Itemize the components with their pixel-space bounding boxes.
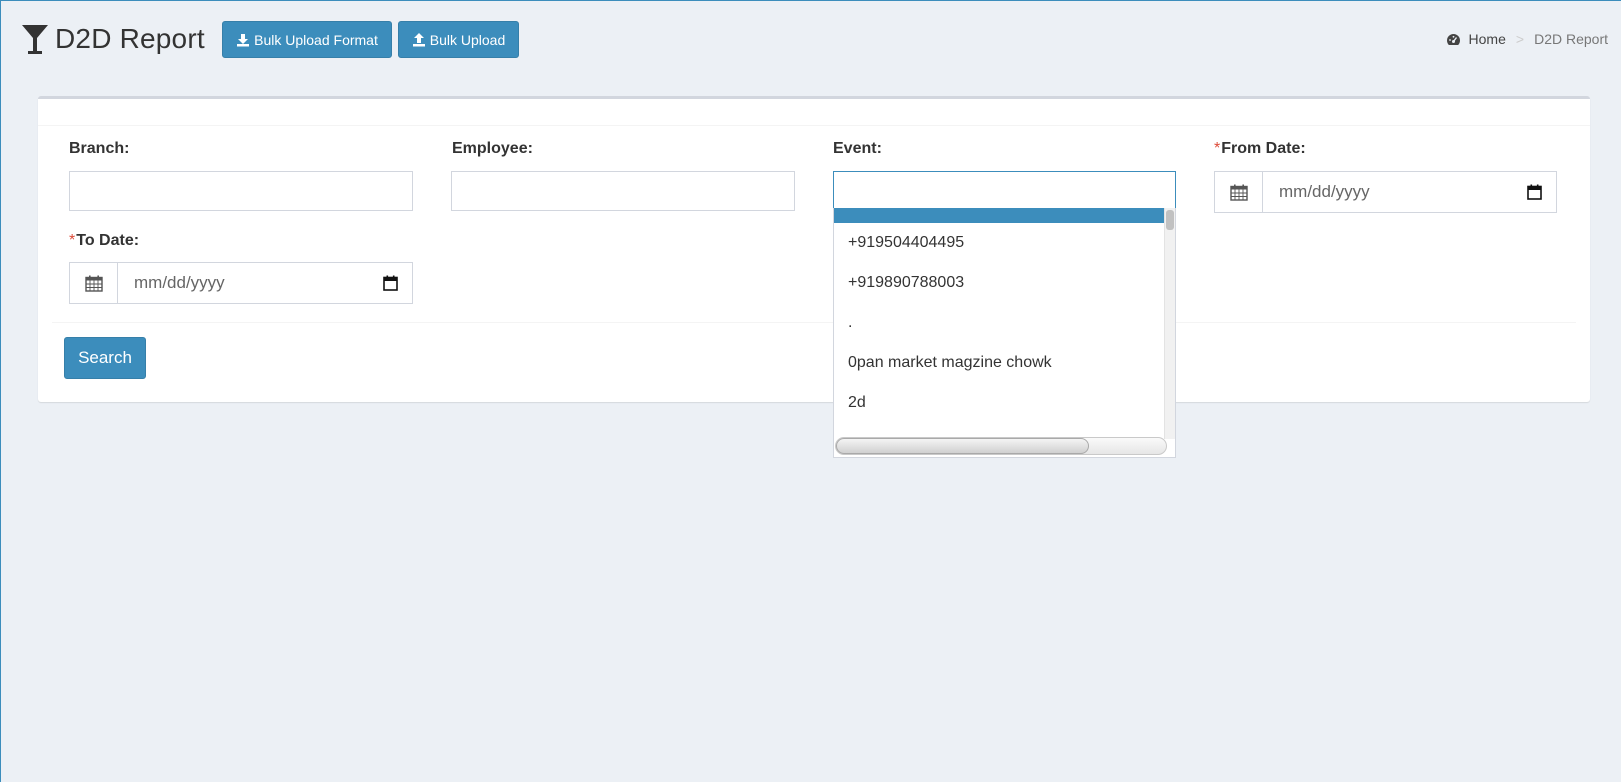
to-date-placeholder: mm/dd/yyyy	[134, 273, 225, 292]
vertical-scroll-thumb[interactable]	[1166, 210, 1174, 230]
calendar-icon	[84, 275, 103, 292]
filter-icon	[22, 25, 48, 54]
event-option[interactable]: +919890788003	[834, 263, 1166, 303]
employee-input[interactable]	[451, 171, 795, 211]
breadcrumb-current: D2D Report	[1534, 31, 1608, 47]
event-input[interactable]	[833, 171, 1176, 211]
event-option[interactable]: .	[834, 303, 1166, 343]
page-title: D2D Report	[55, 23, 205, 54]
box-header-divider	[38, 125, 1590, 126]
bulk-upload-button[interactable]: Bulk Upload	[398, 21, 519, 58]
page-header: D2D Report Bulk Upload Format Bulk Uploa…	[1, 1, 1621, 81]
form-footer-divider	[52, 322, 1576, 323]
breadcrumb-home[interactable]: Home	[1446, 31, 1506, 47]
breadcrumb-separator: >	[1515, 31, 1525, 47]
title-wrap: D2D Report	[21, 19, 205, 59]
required-marker: *	[69, 232, 76, 249]
employee-label: Employee:	[452, 140, 533, 157]
dropdown-vertical-scrollbar[interactable]	[1164, 208, 1175, 439]
to-date-group: mm/dd/yyyy	[69, 262, 413, 304]
bulk-upload-label: Bulk Upload	[429, 31, 506, 48]
event-option[interactable]: 0pan market magzine chowk	[834, 343, 1166, 383]
dropdown-horizontal-scrollbar[interactable]	[835, 437, 1167, 455]
required-marker: *	[1214, 140, 1221, 157]
event-dropdown[interactable]: +919504404495 +919890788003 . 0pan marke…	[833, 208, 1176, 458]
calendar-picker-icon[interactable]	[1527, 184, 1542, 200]
branch-label: Branch:	[69, 140, 130, 157]
horizontal-scroll-thumb[interactable]	[836, 438, 1089, 454]
to-date-label: *To Date:	[69, 232, 139, 250]
from-date-input[interactable]: mm/dd/yyyy	[1263, 172, 1556, 212]
event-options-list: +919504404495 +919890788003 . 0pan marke…	[834, 208, 1166, 439]
event-option[interactable]: 2d	[834, 383, 1166, 423]
from-date-label: *From Date:	[1214, 140, 1306, 158]
upload-icon	[412, 32, 425, 46]
event-label: Event:	[833, 140, 882, 157]
breadcrumb: Home > D2D Report	[1446, 31, 1608, 47]
branch-input[interactable]	[69, 171, 413, 211]
to-date-label-text: To Date:	[76, 232, 140, 249]
calendar-icon	[1229, 184, 1248, 201]
filter-box: Branch: Employee: Event: *From Date: mm/…	[38, 96, 1590, 402]
from-date-group: mm/dd/yyyy	[1214, 171, 1557, 213]
breadcrumb-home-label: Home	[1468, 31, 1506, 47]
to-date-addon	[70, 263, 118, 303]
from-date-addon	[1215, 172, 1263, 212]
bulk-upload-format-label: Bulk Upload Format	[254, 31, 378, 48]
event-option-highlighted[interactable]	[834, 208, 1166, 223]
bulk-upload-format-button[interactable]: Bulk Upload Format	[222, 21, 392, 58]
event-option[interactable]: +919504404495	[834, 223, 1166, 263]
dashboard-icon	[1446, 33, 1460, 45]
calendar-picker-icon[interactable]	[383, 275, 398, 291]
download-icon	[237, 33, 250, 46]
to-date-input[interactable]: mm/dd/yyyy	[118, 263, 412, 303]
from-date-label-text: From Date:	[1221, 140, 1306, 157]
from-date-placeholder: mm/dd/yyyy	[1279, 182, 1370, 201]
search-button[interactable]: Search	[64, 337, 146, 379]
